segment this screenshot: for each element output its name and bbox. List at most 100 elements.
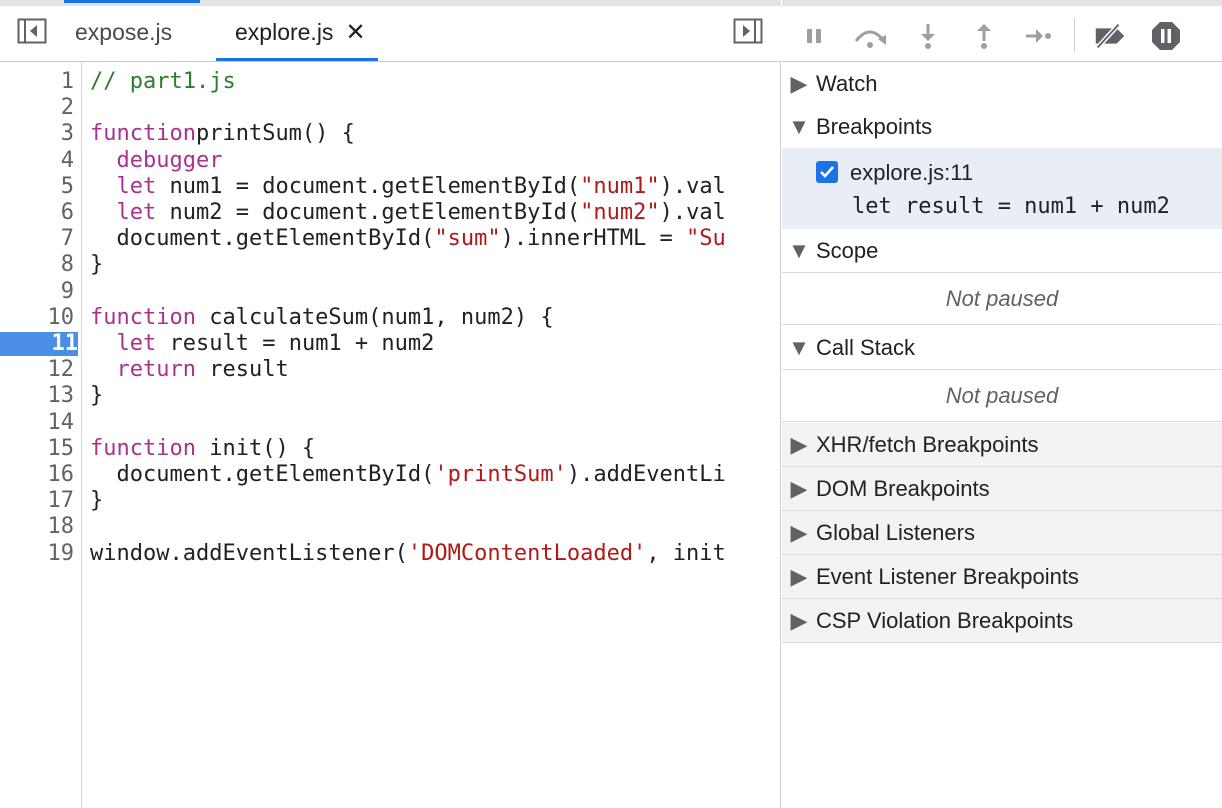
event-listener-breakpoints-header[interactable]: ▶ Event Listener Breakpoints xyxy=(782,555,1222,599)
step-out-button[interactable] xyxy=(966,18,1002,54)
code-token: } xyxy=(90,383,104,409)
section-title: Breakpoints xyxy=(816,113,933,139)
line-number[interactable]: 15 xyxy=(0,436,75,462)
pause-on-exceptions-icon xyxy=(1152,22,1180,50)
global-listeners-header[interactable]: ▶ Global Listeners xyxy=(782,511,1222,555)
step-into-icon xyxy=(921,24,935,49)
expanded-triangle-icon: ▼ xyxy=(788,334,810,360)
call-stack-empty-message: Not paused xyxy=(782,370,1222,422)
collapsed-triangle-icon: ▶ xyxy=(790,70,808,96)
expanded-triangle-icon: ▼ xyxy=(788,237,810,263)
code-token: init() { xyxy=(195,435,316,461)
code-token: "num2" xyxy=(580,200,660,225)
code-token: // part1.js xyxy=(90,69,236,94)
source-editor-pane: expose.js explore.js ✕ 1 // part1.js 2 3 fun… xyxy=(0,0,781,808)
line-number[interactable]: 3 xyxy=(0,121,74,147)
line-number[interactable]: 6 xyxy=(0,200,74,226)
code-line: 12 return result xyxy=(0,357,780,383)
line-number[interactable]: 9 xyxy=(0,279,74,305)
line-number[interactable]: 7 xyxy=(0,226,74,252)
breakpoint-location: explore.js:11 xyxy=(850,160,974,185)
line-number[interactable]: 14 xyxy=(0,410,75,436)
line-number[interactable]: 19 xyxy=(0,541,75,567)
scope-section-header[interactable]: ▼ Scope xyxy=(782,229,1222,273)
code-text: function init() { xyxy=(90,436,780,462)
collapsed-triangle-icon: ▶ xyxy=(790,475,808,501)
line-number[interactable]: 16 xyxy=(0,462,75,488)
code-token: let xyxy=(116,200,157,225)
section-title: Watch xyxy=(816,70,878,96)
code-token: ).val xyxy=(659,173,726,199)
code-token: function xyxy=(90,121,196,147)
line-number[interactable]: 5 xyxy=(0,174,74,200)
tab-label: expose.js xyxy=(75,18,173,45)
code-line: 6 let num2 = document.getElementById("nu… xyxy=(0,200,780,226)
toggle-debugger-sidebar-button[interactable] xyxy=(732,16,764,46)
breakpoints-section-header[interactable]: ▼ Breakpoints xyxy=(782,105,1222,149)
line-number[interactable]: 2 xyxy=(0,95,74,121)
code-token: document.getElementById( xyxy=(90,462,435,487)
line-number[interactable]: 18 xyxy=(0,514,75,540)
breakpoint-line-number[interactable]: 11 xyxy=(0,332,78,356)
code-line: 11 let result = num1 + num2 xyxy=(0,331,780,357)
line-number[interactable]: 12 xyxy=(0,357,75,383)
code-token: calculateSum(num1, num2) { xyxy=(195,304,554,330)
debugger-sidebar: ▶ Watch ▼ Breakpoints explore.js:11 let … xyxy=(782,0,1222,808)
pause-on-exceptions-button[interactable] xyxy=(1148,18,1184,54)
code-line: 15 function init() { xyxy=(0,436,780,462)
watch-section-header[interactable]: ▶ Watch xyxy=(782,62,1222,106)
breakpoint-item[interactable]: explore.js:11 let result = num1 + num2 xyxy=(782,148,1222,236)
code-text: } xyxy=(90,252,780,278)
code-token: num1 = document.getElementById( xyxy=(156,173,581,199)
line-number[interactable]: 17 xyxy=(0,488,75,514)
tab-explore-js[interactable]: explore.js ✕ xyxy=(216,6,378,61)
breakpoint-checkbox[interactable] xyxy=(816,161,838,183)
code-token: "num1" xyxy=(580,173,660,199)
code-line: 8} xyxy=(0,252,780,278)
line-number[interactable]: 8 xyxy=(0,252,74,278)
code-token: function xyxy=(90,304,196,330)
call-stack-section-header[interactable]: ▼ Call Stack xyxy=(782,326,1222,370)
debugger-toolbar xyxy=(782,0,1222,62)
line-number[interactable]: 1 xyxy=(0,69,74,95)
code-token: let xyxy=(116,173,157,199)
section-title: Call Stack xyxy=(816,334,916,360)
code-token: window.addEventListener( xyxy=(90,540,408,566)
code-text: function calculateSum(num1, num2) { xyxy=(90,305,780,331)
deactivate-breakpoints-icon xyxy=(1095,23,1125,49)
expanded-triangle-icon: ▼ xyxy=(788,113,810,139)
line-number[interactable]: 13 xyxy=(0,383,75,409)
collapsed-triangle-icon: ▶ xyxy=(790,431,808,457)
close-tab-icon[interactable]: ✕ xyxy=(345,18,365,47)
step-over-button[interactable] xyxy=(852,18,888,54)
code-token: 'DOMContentLoaded' xyxy=(407,540,647,566)
checkmark-icon xyxy=(820,166,834,178)
section-title: Global Listeners xyxy=(816,519,975,545)
code-text: // part1.js xyxy=(90,69,780,95)
csp-violation-breakpoints-header[interactable]: ▶ CSP Violation Breakpoints xyxy=(782,599,1222,643)
line-number[interactable]: 10 xyxy=(0,305,75,331)
xhr-fetch-breakpoints-header[interactable]: ▶ XHR/fetch Breakpoints xyxy=(782,423,1222,467)
toggle-navigator-button[interactable] xyxy=(16,16,48,46)
step-into-button[interactable] xyxy=(910,18,946,54)
line-number[interactable]: 4 xyxy=(0,148,74,174)
code-token: } xyxy=(90,488,104,514)
pause-resume-button[interactable] xyxy=(796,18,832,54)
code-editor[interactable]: 1// part1.js 2 3 functionprintSum() {4 debu… xyxy=(0,62,780,808)
code-token: } xyxy=(90,252,104,278)
code-text: return result xyxy=(90,357,780,383)
section-title: XHR/fetch Breakpoints xyxy=(816,431,1039,457)
section-title: Scope xyxy=(816,237,879,263)
tab-expose-js[interactable]: expose.js xyxy=(64,0,200,61)
code-line: 3 functionprintSum() { xyxy=(0,121,780,147)
code-token: debugger xyxy=(116,147,223,173)
section-title: CSP Violation Breakpoints xyxy=(816,607,1074,633)
deactivate-breakpoints-button[interactable] xyxy=(1092,18,1128,54)
code-token: ).val xyxy=(659,200,726,225)
collapsed-triangle-icon: ▶ xyxy=(790,607,808,633)
step-button[interactable] xyxy=(1020,18,1056,54)
dom-breakpoints-header[interactable]: ▶ DOM Breakpoints xyxy=(782,467,1222,511)
